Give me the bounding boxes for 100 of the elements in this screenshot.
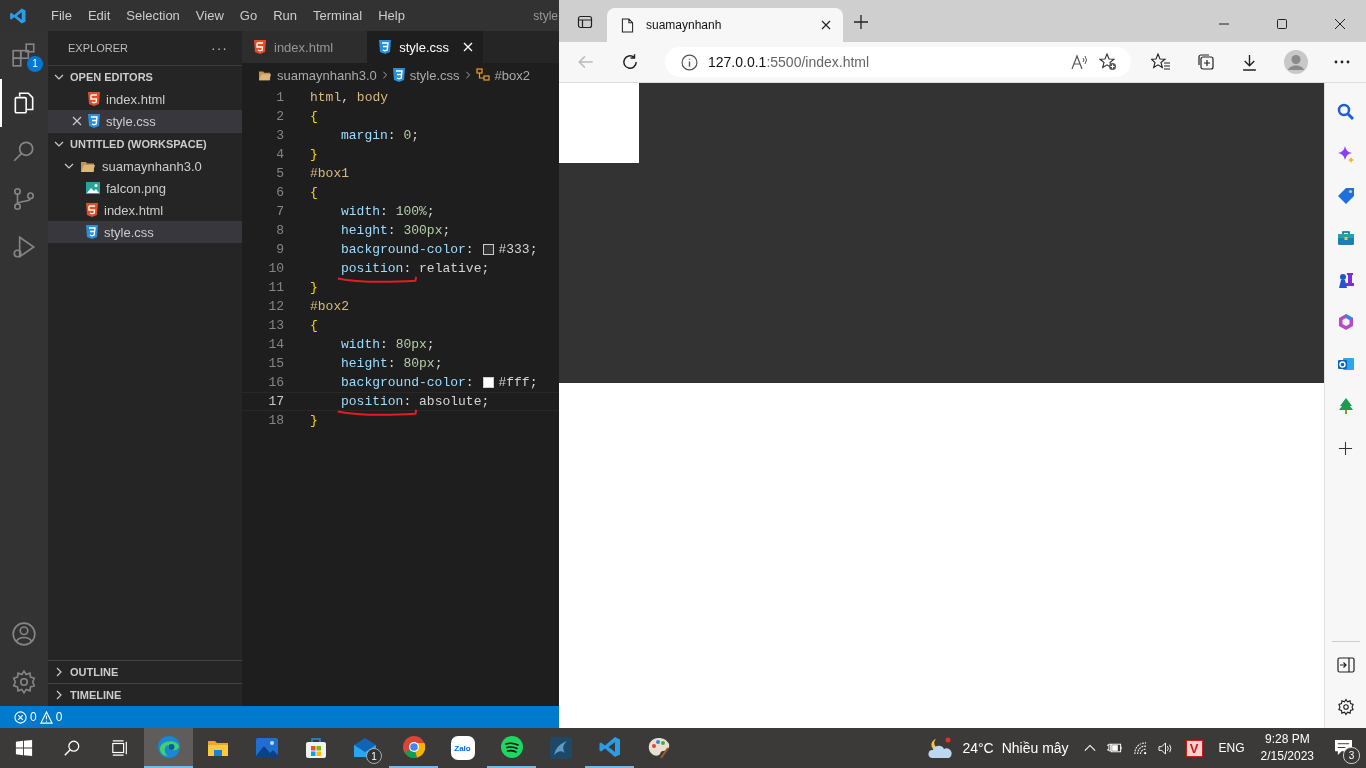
- paint-app-icon[interactable]: [646, 736, 671, 760]
- explorer-entry[interactable]: index.html: [48, 199, 242, 221]
- line-number: 3: [275, 128, 284, 143]
- close-icon[interactable]: [1334, 18, 1346, 30]
- color-swatch[interactable]: [483, 244, 495, 255]
- browser-tab[interactable]: suamaynhanh: [607, 8, 843, 42]
- chrome-app-icon[interactable]: [401, 735, 426, 759]
- tray-app-icon[interactable]: V: [1185, 739, 1203, 757]
- menu-item[interactable]: Selection: [118, 8, 188, 23]
- menu-item[interactable]: Run: [265, 8, 305, 23]
- photos-app-icon[interactable]: [254, 736, 279, 760]
- chat-app-icon[interactable]: Zalo: [450, 736, 475, 760]
- add-favorite-icon[interactable]: [1099, 53, 1117, 71]
- code-token: {: [310, 318, 318, 333]
- sidebar-panel-icon[interactable]: [1336, 657, 1355, 673]
- more-icon[interactable]: [1334, 60, 1350, 64]
- maximize-icon[interactable]: [1276, 18, 1288, 30]
- code-token: :: [380, 204, 389, 219]
- chevron-icon: [54, 667, 64, 677]
- close-icon[interactable]: [821, 20, 831, 30]
- address-bar[interactable]: 127.0.0.1:5500/index.html: [665, 47, 1131, 77]
- color-swatch[interactable]: [483, 377, 495, 388]
- breadcrumb-item[interactable]: #box2: [475, 67, 530, 83]
- menu-item[interactable]: Terminal: [305, 8, 371, 23]
- chevron-icon: [380, 70, 389, 80]
- store-app-icon[interactable]: [303, 736, 328, 760]
- explorer-entry[interactable]: style.css: [48, 221, 242, 243]
- office-icon[interactable]: [1336, 313, 1355, 331]
- info-icon[interactable]: [681, 53, 698, 71]
- explorer-entry[interactable]: suamaynhanh3.0: [48, 155, 242, 177]
- explorer-entry[interactable]: style.css: [48, 110, 242, 132]
- menu-item[interactable]: Help: [370, 8, 413, 23]
- code-token: absolute: [419, 394, 482, 409]
- code-token: 80px: [395, 337, 427, 352]
- mail-app-icon[interactable]: [1336, 355, 1355, 373]
- warning-count[interactable]: 0: [55, 710, 63, 724]
- code-token: relative: [419, 261, 482, 276]
- code-token: height: [341, 356, 388, 371]
- toolbox-icon[interactable]: [1336, 229, 1355, 247]
- account-icon[interactable]: [11, 621, 37, 647]
- code-token: }: [310, 413, 318, 428]
- tag-icon[interactable]: [1336, 187, 1355, 205]
- breadcrumb-item[interactable]: style.css: [392, 67, 460, 83]
- collections-icon[interactable]: [1197, 53, 1215, 71]
- dolphin-app-icon[interactable]: [548, 736, 573, 760]
- menu-item[interactable]: Edit: [79, 8, 119, 23]
- code-token: #333: [498, 242, 530, 257]
- profile-avatar[interactable]: [1284, 50, 1308, 74]
- read-aloud-icon[interactable]: [1071, 54, 1089, 70]
- symbol-icon: [475, 68, 490, 82]
- search-icon[interactable]: [63, 739, 81, 757]
- code-token: ;: [426, 337, 435, 352]
- line-number: 1: [275, 90, 284, 105]
- code-token: 100%: [395, 204, 427, 219]
- task-view-icon[interactable]: [111, 739, 129, 757]
- chevron-up-icon[interactable]: [1083, 743, 1096, 753]
- download-icon[interactable]: [1241, 53, 1258, 71]
- code-token: position: [341, 261, 404, 276]
- code-token: height: [341, 223, 388, 238]
- wifi-icon[interactable]: [1132, 741, 1148, 755]
- weather-text: Nhiều mây: [1001, 740, 1069, 756]
- code-token: ;: [411, 128, 420, 143]
- time-text: 9:28 PM: [1264, 731, 1310, 748]
- chevron-icon: [64, 161, 74, 171]
- code-token: }: [310, 280, 318, 295]
- error-count[interactable]: 0: [30, 710, 37, 724]
- code-token: }: [310, 147, 318, 162]
- language-indicator[interactable]: ENG: [1218, 741, 1245, 755]
- clock[interactable]: 9:28 PM 2/15/2023: [1260, 731, 1314, 765]
- battery-icon[interactable]: [1105, 742, 1123, 754]
- explorer-entry[interactable]: index.html: [48, 88, 242, 110]
- menu-item[interactable]: File: [43, 8, 80, 23]
- more-actions[interactable]: ···: [211, 40, 228, 56]
- weather-widget[interactable]: 24°C Nhiều mây: [928, 736, 1069, 760]
- music-app-icon[interactable]: [499, 735, 524, 759]
- volume-icon[interactable]: [1157, 741, 1173, 755]
- chess-pieces-icon[interactable]: [1336, 271, 1355, 289]
- explorer-entry[interactable]: falcon.png: [48, 177, 242, 199]
- css-file-icon: [392, 68, 405, 82]
- code-editor-app-icon[interactable]: [597, 735, 622, 759]
- favorites-icon[interactable]: [1151, 53, 1171, 71]
- start-icon[interactable]: [15, 739, 33, 757]
- tree-icon[interactable]: [1336, 397, 1355, 415]
- sidebar-title: EXPLORER: [68, 42, 128, 54]
- settings-icon[interactable]: [1336, 698, 1355, 716]
- code-token: :: [387, 223, 397, 238]
- editor-tab[interactable]: style.css: [367, 31, 484, 63]
- new-tab-icon[interactable]: [853, 14, 869, 30]
- search-icon[interactable]: [1336, 103, 1355, 121]
- refresh-icon[interactable]: [621, 53, 639, 71]
- code-token: ;: [434, 356, 443, 371]
- page-icon: [621, 17, 634, 33]
- menu-item[interactable]: Go: [231, 8, 266, 23]
- add-icon[interactable]: [1338, 440, 1353, 456]
- breadcrumb-item[interactable]: suamaynhanh3.0: [258, 67, 377, 83]
- activity-bar-item[interactable]: 1: [0, 31, 48, 79]
- tab-actions-icon[interactable]: [577, 14, 593, 30]
- browser-app-icon[interactable]: [156, 735, 181, 759]
- menu-item[interactable]: View: [187, 8, 232, 23]
- editor-tab[interactable]: index.html: [242, 31, 368, 63]
